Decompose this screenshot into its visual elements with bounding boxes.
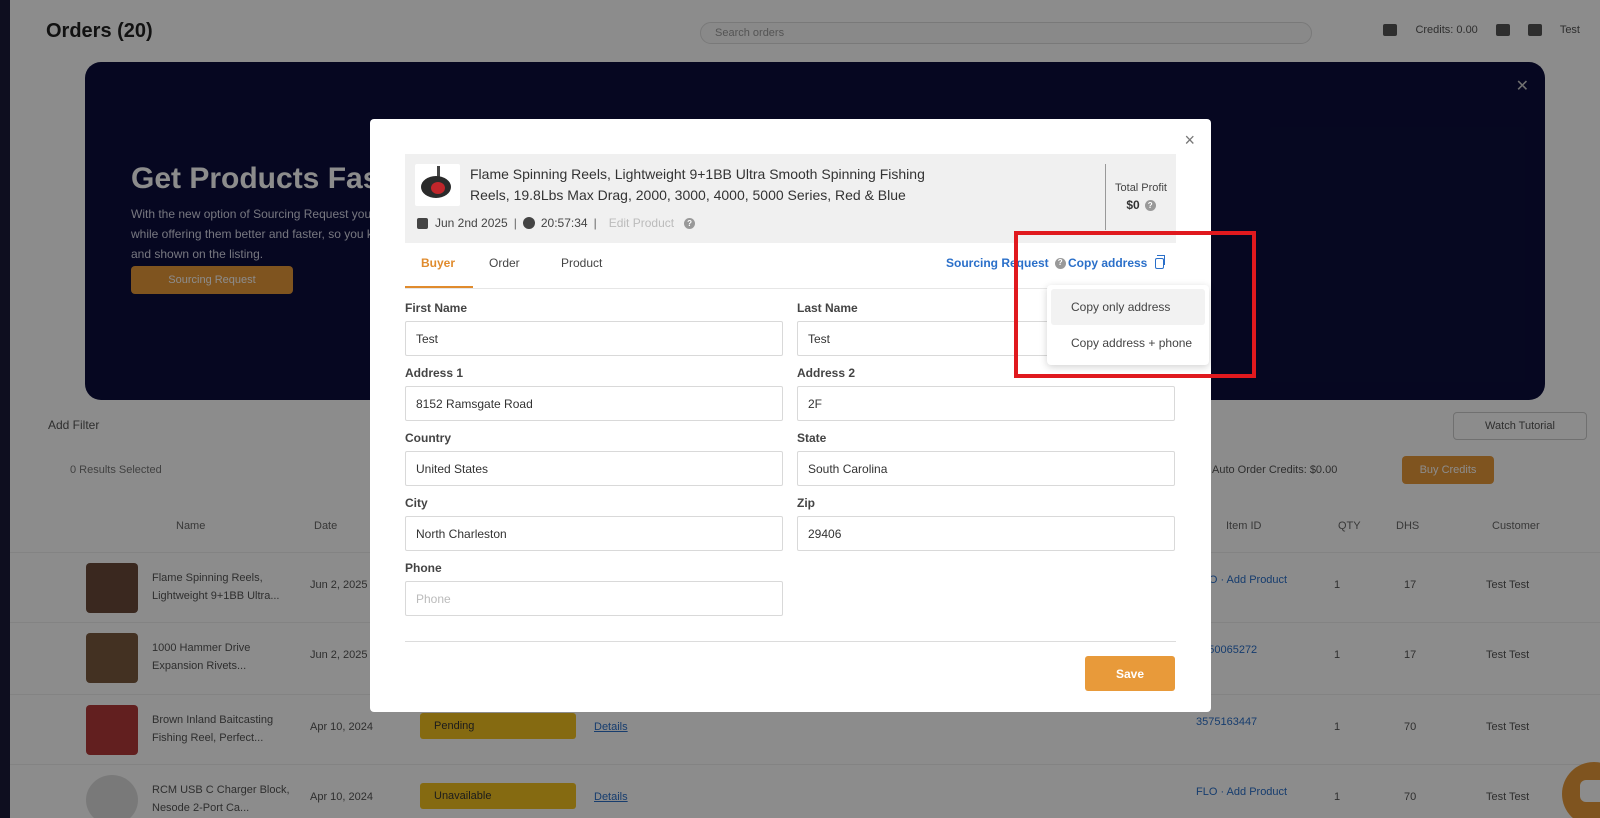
calendar-icon — [417, 217, 428, 229]
address2-label: Address 2 — [797, 366, 856, 380]
state-label: State — [797, 431, 827, 445]
address1-field[interactable] — [405, 386, 783, 421]
order-date: Jun 2nd 2025 — [435, 216, 508, 230]
order-time: 20:57:34 — [540, 216, 588, 230]
total-profit: Total Profit $0 ? — [1106, 182, 1176, 212]
order-details-modal: × Flame Spinning Reels, Lightweight 9+1B… — [370, 119, 1211, 712]
tab-buyer[interactable]: Buyer — [405, 249, 473, 288]
annotation-highlight — [1014, 231, 1256, 378]
close-icon[interactable]: × — [1184, 131, 1195, 149]
phone-field[interactable] — [405, 581, 783, 616]
help-icon[interactable]: ? — [1144, 199, 1156, 211]
zip-field[interactable] — [797, 516, 1175, 551]
country-label: Country — [405, 431, 451, 445]
tab-product[interactable]: Product — [545, 249, 618, 288]
save-button[interactable]: Save — [1085, 656, 1175, 691]
first-name-label: First Name — [405, 301, 468, 315]
city-label: City — [405, 496, 428, 510]
help-icon[interactable]: ? — [684, 217, 696, 229]
tab-order[interactable]: Order — [473, 249, 536, 288]
country-field[interactable] — [405, 451, 783, 486]
total-profit-label: Total Profit — [1115, 182, 1167, 194]
first-name-field[interactable] — [405, 321, 783, 356]
edit-product-link[interactable]: Edit Product — [609, 216, 674, 230]
product-summary: Flame Spinning Reels, Lightweight 9+1BB … — [405, 154, 1176, 243]
city-field[interactable] — [405, 516, 783, 551]
product-image — [415, 164, 460, 206]
phone-label: Phone — [405, 561, 442, 575]
divider — [405, 641, 1176, 642]
clock-icon — [522, 217, 535, 229]
total-profit-value: $0 — [1126, 198, 1140, 212]
state-field[interactable] — [797, 451, 1175, 486]
zip-label: Zip — [797, 496, 815, 510]
product-meta: Jun 2nd 2025 | 20:57:34 | Edit Product ? — [417, 216, 696, 230]
address2-field[interactable] — [797, 386, 1175, 421]
product-title: Flame Spinning Reels, Lightweight 9+1BB … — [470, 166, 925, 203]
last-name-label: Last Name — [797, 301, 858, 315]
address1-label: Address 1 — [405, 366, 464, 380]
